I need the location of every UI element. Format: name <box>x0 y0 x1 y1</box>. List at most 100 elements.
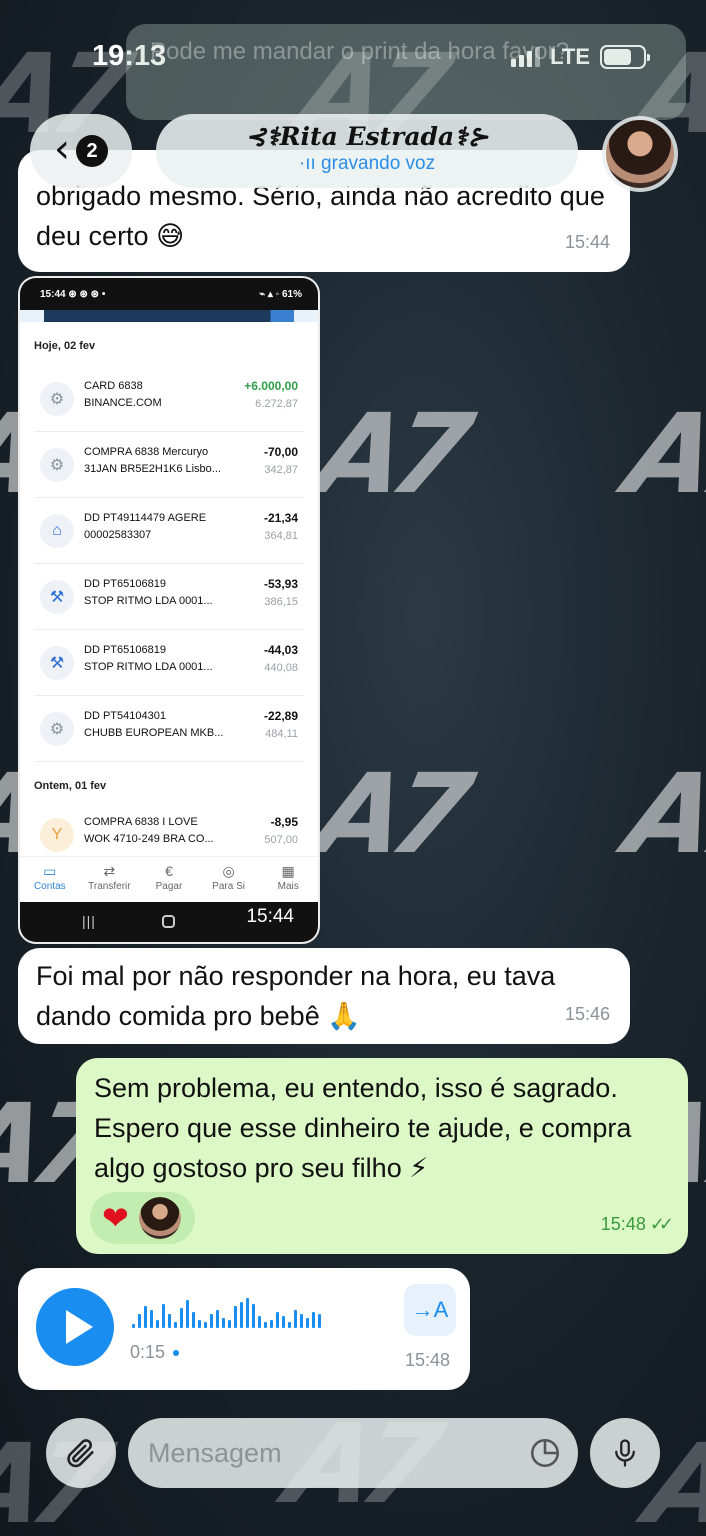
chevron-left-icon: ‹ <box>54 126 70 172</box>
date-header: Ontem, 01 fev <box>34 780 107 792</box>
microphone-button[interactable] <box>590 1418 660 1488</box>
avatar-photo <box>606 120 674 188</box>
transaction-row: ⚙ CARD 6838 BINANCE.COM +6.000,00 6.272,87 <box>34 366 304 432</box>
waveform-bar <box>216 1310 219 1328</box>
incoming-message[interactable]: Foi mal por não responder na hora, eu ta… <box>18 948 630 1044</box>
nav-item: ⇄ Transferir <box>81 857 137 900</box>
sticker-icon[interactable] <box>528 1436 562 1470</box>
waveform[interactable] <box>132 1296 321 1328</box>
transaction-balance: 386,15 <box>264 596 298 608</box>
home-icon: ⌂ <box>40 514 74 548</box>
dumbbell-icon: ⚒ <box>40 646 74 680</box>
transaction-detail: BINANCE.COM <box>84 397 162 409</box>
euro-icon: € <box>165 863 173 879</box>
waveform-bar <box>300 1314 303 1328</box>
message-time: 15:48 <box>404 1350 450 1370</box>
message-time: 15:48 ✓✓ <box>600 1214 674 1234</box>
waveform-bar <box>258 1316 261 1328</box>
transaction-row: ⌂ DD PT49114479 AGERE 00002583307 -21,34 364… <box>34 498 304 564</box>
transaction-row: ⚒ DD PT65106819 STOP RITMO LDA 0001... -44,… <box>34 630 304 696</box>
waveform-bar <box>150 1310 153 1328</box>
waveform-bar <box>252 1304 255 1328</box>
transcribe-button[interactable]: →A <box>404 1284 456 1336</box>
waveform-bar <box>306 1318 309 1328</box>
phone-status-bar: 15:44 ⊛ ⊛ ⊛ • ⌁ ▴ ◦ 61% <box>20 278 318 310</box>
recording-icon: ·ıı <box>298 153 322 174</box>
waveform-bar <box>174 1322 177 1328</box>
contact-name: ⊰⚕Rita Estrada⚕⊱ <box>245 122 489 151</box>
paperclip-icon <box>67 1439 94 1468</box>
chat-header[interactable]: ⊰⚕Rita Estrada⚕⊱ ·ıı gravando voz <box>156 114 578 188</box>
gear-icon: ⚙ <box>40 712 74 746</box>
message-text: obrigado mesmo. Sério, ainda não acredit… <box>36 181 605 251</box>
reactor-avatar <box>138 1197 181 1239</box>
waveform-bar <box>156 1320 159 1328</box>
nav-item: ▦ Mais <box>260 857 316 900</box>
transaction-balance: 364,81 <box>264 530 298 542</box>
waveform-bar <box>228 1320 231 1328</box>
message-input-container <box>128 1418 578 1488</box>
waveform-bar <box>144 1306 147 1328</box>
voice-message[interactable]: 0:15 →A 15:48 <box>18 1268 470 1390</box>
transaction-detail: STOP RITMO LDA 0001... <box>84 595 213 607</box>
transaction-amount: -8,95 <box>270 815 298 829</box>
waveform-bar <box>168 1314 171 1328</box>
watermark-logo: A7 <box>616 750 706 878</box>
contact-avatar[interactable] <box>602 116 678 192</box>
transaction-detail: CHUBB EUROPEAN MKB... <box>84 727 224 739</box>
grid-icon: ▦ <box>281 863 295 879</box>
waveform-bar <box>276 1312 279 1328</box>
message-time: 15:46 <box>564 1004 610 1024</box>
message-text: Foi mal por não responder na hora, eu ta… <box>36 961 556 1031</box>
message-time: 15:44 <box>564 232 610 252</box>
reaction-bar[interactable]: ❤ <box>90 1192 195 1244</box>
gear-icon: ⚙ <box>40 382 74 416</box>
nav-item: ◎ Para Si <box>201 857 257 900</box>
outgoing-message[interactable]: Sem problema, eu entendo, isso é sagrado… <box>76 1058 688 1254</box>
transaction-description: COMPRA 6838 I LOVE <box>84 816 198 828</box>
waveform-bar <box>186 1300 189 1328</box>
screenshot-image-message[interactable]: 15:44 ⊛ ⊛ ⊛ • ⌁ ▴ ◦ 61% Hoje, 02 fev ⚙ CAR… <box>18 276 320 944</box>
message-time: 15:44 <box>246 906 294 927</box>
read-checks-icon: ✓✓ <box>649 1214 674 1234</box>
message-text: Sem problema, eu entendo, isso é sagrado… <box>94 1073 632 1183</box>
waveform-bar <box>246 1298 249 1328</box>
transaction-balance: 342,87 <box>264 464 298 476</box>
transaction-detail: STOP RITMO LDA 0001... <box>84 661 213 673</box>
date-header: Hoje, 02 fev <box>34 340 96 352</box>
previous-message-ghost: Pode me mandar o print da hora favor? <box>126 24 686 120</box>
transaction-description: COMPRA 6838 Mercuryo <box>84 446 209 458</box>
play-button[interactable] <box>36 1288 114 1366</box>
waveform-bar <box>318 1314 321 1328</box>
cocktail-icon: Y <box>40 818 74 852</box>
waveform-bar <box>270 1320 273 1328</box>
transaction-detail: WOK 4710-249 BRA CO... <box>84 833 214 845</box>
accounts-icon: ▭ <box>43 863 57 879</box>
waveform-bar <box>240 1302 243 1328</box>
attach-button[interactable] <box>46 1418 116 1488</box>
transaction-balance: 484,11 <box>265 728 298 740</box>
transaction-amount: -21,34 <box>263 511 298 525</box>
transaction-row: ⚒ DD PT65106819 STOP RITMO LDA 0001... -53,… <box>34 564 304 630</box>
transaction-balance: 507,00 <box>264 834 298 846</box>
transaction-description: DD PT49114479 AGERE <box>84 512 207 524</box>
transaction-amount: -22,89 <box>263 709 298 723</box>
waveform-bar <box>180 1308 183 1328</box>
unread-badge: 2 <box>76 135 108 167</box>
heart-reaction-icon: ❤ <box>102 1200 129 1236</box>
back-button[interactable]: ‹ 2 <box>30 114 132 188</box>
transaction-amount: -44,03 <box>263 643 298 657</box>
waveform-bar <box>132 1324 135 1328</box>
compass-icon: ◎ <box>222 863 235 879</box>
waveform-bar <box>192 1312 195 1328</box>
transaction-amount: +6.000,00 <box>244 379 298 393</box>
transaction-balance: 440,08 <box>264 662 298 674</box>
bank-bottom-nav: ▭ Contas ⇄ Transferir € Pagar ◎ Para Si ▦ Mais <box>20 856 318 900</box>
waveform-bar <box>198 1320 201 1328</box>
transaction-detail: 00002583307 <box>84 529 152 541</box>
gear-icon: ⚙ <box>40 448 74 482</box>
transaction-description: CARD 6838 <box>84 380 143 392</box>
nav-item: ▭ Contas <box>22 857 78 900</box>
message-input[interactable] <box>148 1418 508 1488</box>
waveform-bar <box>312 1312 315 1328</box>
